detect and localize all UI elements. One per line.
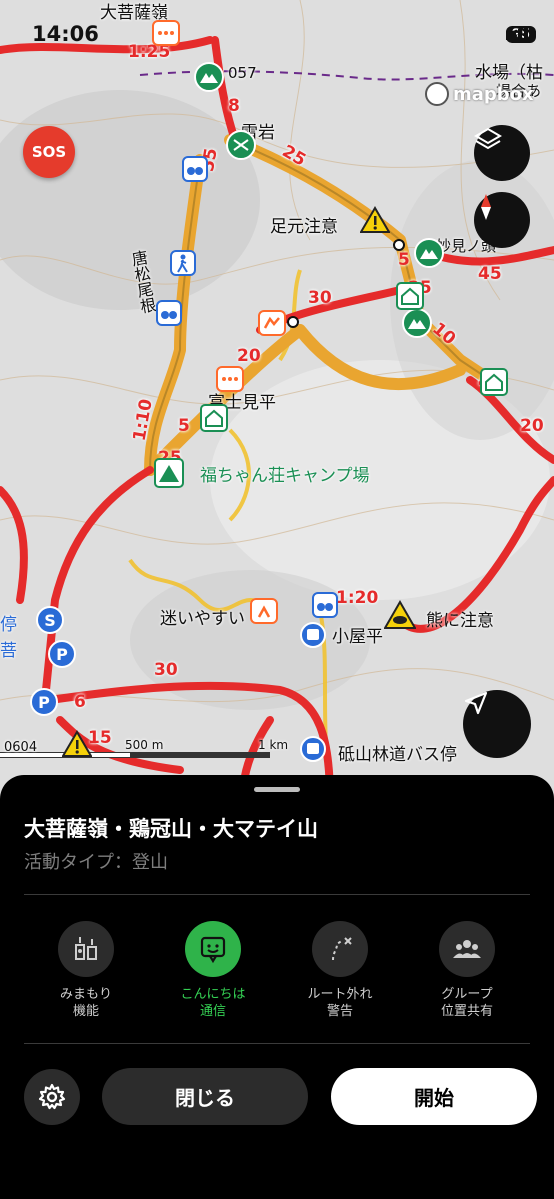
label-kuma: 熊に注意: [426, 611, 494, 631]
activity-type: 活動タイプ：登山: [24, 852, 168, 873]
bus-stop-icon[interactable]: [300, 622, 326, 648]
summit-icon[interactable]: [414, 238, 444, 268]
label-left-1: 停: [0, 615, 17, 635]
wifi-icon: [506, 26, 526, 40]
scale-1km: 1 km: [258, 738, 289, 752]
sheet-handle[interactable]: [254, 787, 300, 792]
svg-text:S: S: [44, 611, 56, 630]
feature-label: グループ 位置共有: [440, 987, 493, 1019]
feature-label: みまもり 機能: [59, 987, 112, 1019]
scale-500m: 500 m: [125, 738, 164, 752]
svg-text:P: P: [56, 645, 68, 664]
label-elev-0604: 0604: [4, 740, 38, 755]
chat-icon[interactable]: [152, 20, 180, 46]
bottom-sheet: 大菩薩嶺・鶏冠山・大マテイ山 活動タイプ：登山 みまもり 機能 こんにちは 通信…: [0, 775, 554, 1199]
navigation-arrow-icon: [464, 691, 488, 715]
parking-icon[interactable]: P: [48, 640, 76, 668]
store-icon[interactable]: S: [36, 606, 64, 634]
lost-warning-icon[interactable]: [250, 598, 278, 624]
warning-icon[interactable]: [62, 730, 92, 758]
mapbox-icon: [425, 82, 449, 106]
label-koyadaira: 小屋平: [332, 627, 383, 647]
hello-chat-button[interactable]: [185, 921, 241, 977]
route-deviation-icon: [332, 937, 352, 961]
feature-hello-chat[interactable]: こんにちは 通信: [158, 921, 268, 1020]
route-time: 6: [74, 692, 86, 712]
gear-icon: [38, 1083, 66, 1110]
label-ashimoto: 足元注意: [270, 217, 338, 237]
route-time: 1:20: [336, 588, 379, 608]
route-deviation-button[interactable]: [312, 921, 368, 977]
sos-button[interactable]: SOS: [23, 126, 75, 178]
waypoint-icon: [287, 316, 299, 328]
route-time: 45: [478, 264, 502, 284]
label-left-2: 菩: [0, 641, 17, 661]
settings-button[interactable]: [24, 1069, 80, 1125]
binoculars-icon[interactable]: [182, 156, 208, 182]
label-mayoi: 迷いやすい: [160, 609, 245, 629]
compass-icon: [481, 194, 491, 220]
layers-icon: [474, 127, 502, 150]
watch-over-button[interactable]: [58, 921, 114, 977]
route-time: 30: [154, 660, 178, 680]
bear-warning-icon[interactable]: [384, 600, 416, 630]
close-button[interactable]: 閉じる: [102, 1068, 308, 1125]
layers-button[interactable]: [474, 125, 530, 181]
hut-icon[interactable]: [480, 368, 508, 396]
feature-group-location[interactable]: グループ 位置共有: [412, 921, 522, 1020]
mapbox-text: mapbox: [453, 83, 534, 105]
hiker-icon[interactable]: [170, 250, 196, 276]
route-time: 8: [228, 96, 240, 116]
binoculars-icon[interactable]: [156, 300, 182, 326]
route-time: 20: [237, 346, 261, 366]
divider: [24, 1043, 530, 1044]
feature-watch-over[interactable]: みまもり 機能: [31, 921, 141, 1020]
hello-chat-icon: [200, 936, 226, 964]
summit-icon[interactable]: [402, 308, 432, 338]
route-time: 5: [178, 416, 190, 436]
camp-icon[interactable]: [154, 458, 184, 488]
scramble-icon[interactable]: [258, 310, 286, 336]
compass-button[interactable]: [474, 192, 530, 248]
binoculars-icon[interactable]: [312, 592, 338, 618]
mapbox-logo: mapbox: [425, 82, 534, 106]
label-fukuchan-camp: 福ちゃん荘キャンプ場: [200, 466, 370, 486]
summit-icon[interactable]: [226, 130, 256, 160]
hut-icon[interactable]: [200, 404, 228, 432]
label-busstop: 砥山林道バス停: [338, 745, 457, 765]
map-view[interactable]: 14:06 95 大菩薩嶺 057 雷岩 水場（枯 場合あ 足元注意 妙見ノ頭 …: [0, 0, 554, 800]
parking-icon[interactable]: P: [30, 688, 58, 716]
bus-stop-icon[interactable]: [300, 736, 326, 762]
group-icon: [453, 940, 481, 958]
route-time: 5: [398, 250, 410, 270]
warning-icon[interactable]: [360, 206, 390, 234]
status-time: 14:06: [32, 22, 99, 46]
waypoint-icon: [393, 239, 405, 251]
feature-label: ルート外れ 警告: [307, 987, 373, 1019]
route-time: 30: [308, 288, 332, 308]
group-location-button[interactable]: [439, 921, 495, 977]
watch-over-icon: [75, 937, 97, 960]
feature-label: こんにちは 通信: [180, 987, 246, 1019]
map-canvas: [0, 0, 554, 800]
summit-icon[interactable]: [194, 62, 224, 92]
status-bar: 14:06 95: [0, 0, 554, 60]
route-time: 20: [520, 416, 544, 436]
start-button[interactable]: 開始: [331, 1068, 537, 1125]
feature-route-deviation[interactable]: ルート外れ 警告: [285, 921, 395, 1020]
route-title: 大菩薩嶺・鶏冠山・大マテイ山: [24, 817, 318, 841]
label-elev-057: 057: [228, 64, 257, 82]
status-icons: 95: [505, 26, 536, 43]
svg-text:P: P: [38, 693, 50, 712]
scale-bar: [0, 752, 270, 758]
chat-icon[interactable]: [216, 366, 244, 392]
hut-icon[interactable]: [396, 282, 424, 310]
my-location-button[interactable]: [463, 690, 531, 758]
divider: [24, 894, 530, 895]
